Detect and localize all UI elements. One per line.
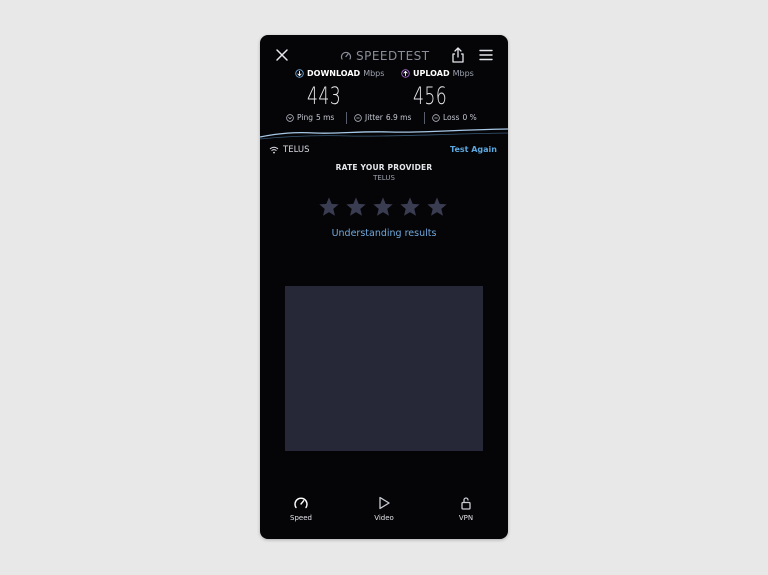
star-icon-1[interactable] xyxy=(318,196,340,218)
loss-stat: Loss 0 % xyxy=(432,113,477,122)
upload-value: 456 xyxy=(413,82,448,110)
brand-name: SPEEDTEST xyxy=(356,49,430,63)
lock-icon xyxy=(461,497,471,510)
jitter-label: Jitter xyxy=(365,113,383,122)
jitter-stat: Jitter 6.9 ms xyxy=(354,113,411,122)
nav-speed-tab[interactable]: Speed xyxy=(276,495,326,529)
understanding-results-link[interactable]: Understanding results xyxy=(260,228,508,239)
ad-placeholder[interactable] xyxy=(285,286,483,451)
speed-gauge-icon xyxy=(294,497,308,509)
nav-vpn-label: VPN xyxy=(458,514,474,522)
play-icon xyxy=(379,496,390,510)
latency-stats-row: Ping 5 ms Jitter 6.9 ms Loss 0 % xyxy=(286,112,482,125)
speedtest-app-window: SPEEDTEST DOWNLOAD Mbps UPLOAD Mbps 443 … xyxy=(260,35,508,539)
nav-speed-label: Speed xyxy=(290,514,312,522)
ping-icon xyxy=(286,113,294,122)
star-icon-2[interactable] xyxy=(345,196,367,218)
close-icon[interactable] xyxy=(274,47,290,63)
loss-icon xyxy=(432,113,440,122)
gauge-icon xyxy=(340,51,352,60)
test-again-button[interactable]: Test Again xyxy=(450,145,497,154)
menu-icon[interactable] xyxy=(478,47,494,63)
ping-stat: Ping 5 ms xyxy=(286,113,334,122)
rate-provider-title: RATE YOUR PROVIDER xyxy=(335,163,433,172)
download-unit: Mbps xyxy=(363,69,385,78)
wifi-icon xyxy=(269,146,279,154)
star-icon-4[interactable] xyxy=(399,196,421,218)
share-icon[interactable] xyxy=(450,46,466,64)
jitter-value: 6.9 ms xyxy=(385,113,412,122)
upload-arrow-icon xyxy=(401,69,410,78)
upload-header: UPLOAD Mbps xyxy=(401,69,474,78)
bottom-navigation: Speed Video VPN xyxy=(260,495,508,531)
speed-graph-line xyxy=(260,128,508,140)
speedtest-logo: SPEEDTEST xyxy=(340,48,430,64)
star-rating xyxy=(318,196,450,218)
provider-name: TELUS xyxy=(283,145,310,155)
star-icon-5[interactable] xyxy=(426,196,448,218)
download-header: DOWNLOAD Mbps xyxy=(295,69,384,78)
top-bar: SPEEDTEST xyxy=(260,45,508,67)
loss-label: Loss xyxy=(443,113,460,122)
download-arrow-icon xyxy=(295,69,304,78)
upload-unit: Mbps xyxy=(452,69,474,78)
ping-label: Ping xyxy=(297,113,313,122)
rate-provider-name: TELUS xyxy=(373,174,395,182)
divider xyxy=(424,112,425,124)
nav-vpn-tab[interactable]: VPN xyxy=(441,495,491,529)
download-value: 443 xyxy=(307,82,342,110)
upload-label: UPLOAD xyxy=(413,69,450,78)
jitter-icon xyxy=(354,113,362,122)
star-icon-3[interactable] xyxy=(372,196,394,218)
provider-row: TELUS Test Again xyxy=(269,145,499,157)
download-label: DOWNLOAD xyxy=(307,69,361,78)
loss-value: 0 % xyxy=(462,113,477,122)
divider xyxy=(346,112,347,124)
nav-video-tab[interactable]: Video xyxy=(359,495,409,529)
nav-video-label: Video xyxy=(374,514,394,522)
ping-value: 5 ms xyxy=(315,113,335,122)
